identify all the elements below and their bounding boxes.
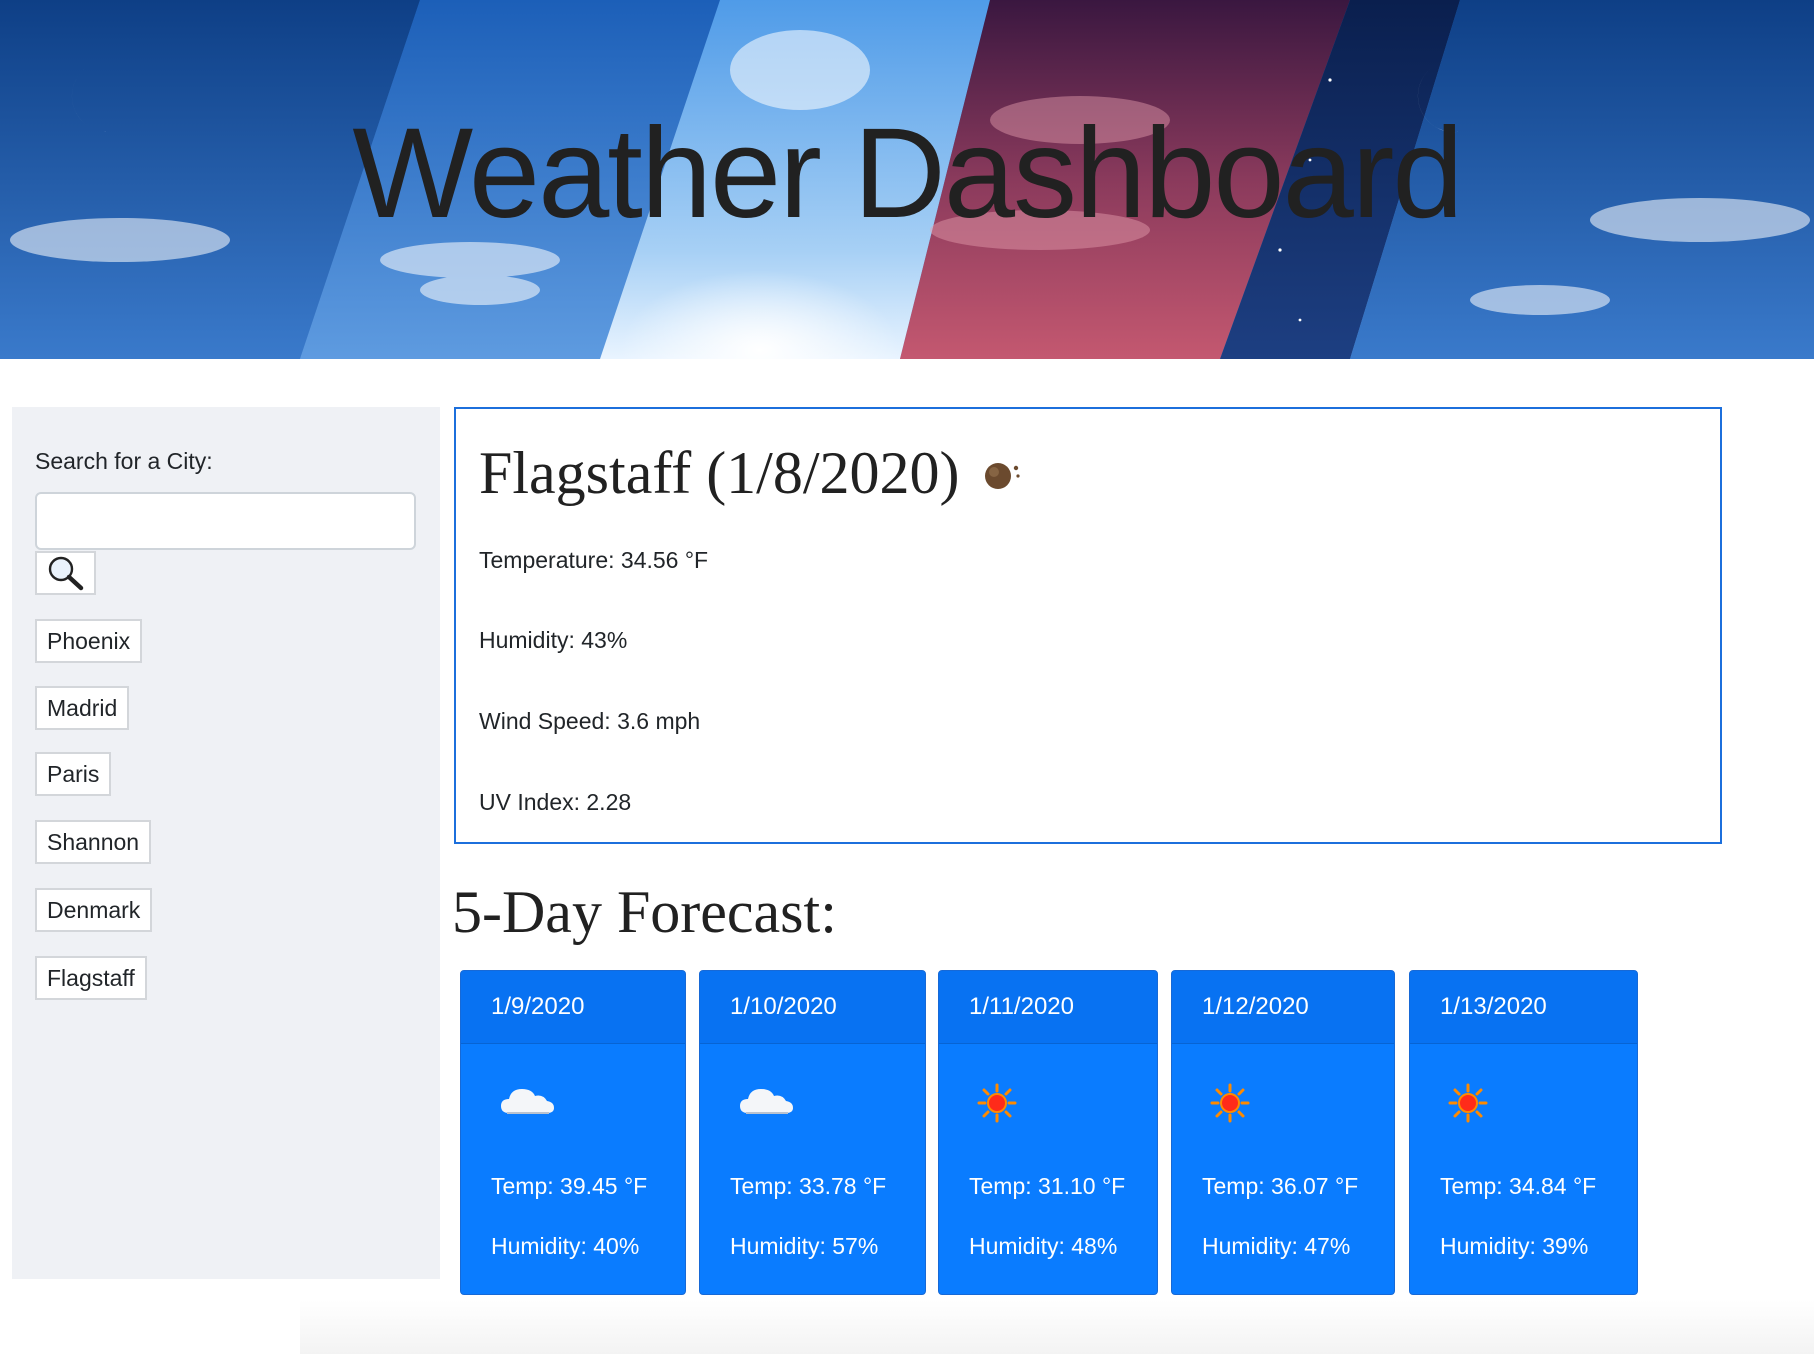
forecast-card: 1/10/2020 Temp: 33.78 °F Humidity: 57% (699, 970, 926, 1295)
forecast-humidity: Humidity: 57% (730, 1233, 879, 1259)
forecast-card-header: 1/11/2020 (939, 971, 1157, 1044)
cloud-icon (738, 1083, 794, 1122)
forecast-card-header: 1/13/2020 (1410, 971, 1637, 1044)
forecast-card-header: 1/12/2020 (1172, 971, 1394, 1044)
forecast-date: 1/12/2020 (1202, 993, 1309, 1020)
forecast-date: 1/9/2020 (491, 993, 585, 1020)
current-uv-index: UV Index: 2.28 (479, 789, 632, 815)
forecast-card: 1/9/2020 Temp: 39.45 °F Humidity: 40% (460, 970, 686, 1295)
city-search-input[interactable] (35, 492, 416, 550)
page: Weather Dashboard Search for a City: Pho… (0, 0, 1814, 1354)
page-bottom-shade (300, 1300, 1814, 1354)
forecast-temp: Temp: 34.84 °F (1440, 1173, 1597, 1199)
current-weather-card: Flagstaff (1/8/2020) Temperature: 34.56 … (454, 407, 1722, 844)
city-button-paris[interactable]: Paris (35, 752, 112, 796)
forecast-card-header: 1/10/2020 (700, 971, 925, 1044)
city-button-madrid[interactable]: Madrid (35, 686, 130, 730)
mixed-weather-icon (980, 456, 1024, 492)
forecast-card: 1/12/2020 Temp: 36.07 °F Humidity: 47% (1171, 970, 1395, 1295)
forecast-card: 1/11/2020 Temp: 31.10 °F Humidity: 48% (938, 970, 1158, 1295)
forecast-heading: 5-Day Forecast: (452, 879, 837, 945)
cloud-icon (499, 1083, 555, 1122)
forecast-date: 1/11/2020 (969, 993, 1074, 1020)
city-button-shannon[interactable]: Shannon (35, 820, 152, 864)
search-button[interactable] (35, 551, 96, 595)
search-sidebar: Search for a City: Phoenix Madrid Paris … (12, 407, 440, 1279)
search-label: Search for a City: (35, 448, 213, 474)
sun-icon (977, 1083, 1017, 1128)
current-temperature: Temperature: 34.56 °F (479, 547, 709, 573)
forecast-date: 1/13/2020 (1440, 993, 1547, 1020)
page-title: Weather Dashboard (352, 102, 1463, 245)
sun-icon (1448, 1083, 1488, 1128)
forecast-temp: Temp: 39.45 °F (491, 1173, 648, 1199)
forecast-humidity: Humidity: 47% (1202, 1233, 1351, 1259)
forecast-card-header: 1/9/2020 (461, 971, 685, 1044)
city-button-denmark[interactable]: Denmark (35, 888, 153, 932)
search-icon (48, 556, 83, 591)
city-button-phoenix[interactable]: Phoenix (35, 619, 143, 663)
city-button-flagstaff[interactable]: Flagstaff (35, 956, 147, 1000)
current-wind-speed: Wind Speed: 3.6 mph (479, 708, 701, 734)
current-weather-title: Flagstaff (1/8/2020) (479, 439, 1024, 508)
forecast-humidity: Humidity: 39% (1440, 1233, 1589, 1259)
current-humidity: Humidity: 43% (479, 627, 628, 653)
forecast-temp: Temp: 33.78 °F (730, 1173, 887, 1199)
current-city-date: Flagstaff (1/8/2020) (479, 440, 960, 506)
header-banner: Weather Dashboard (0, 0, 1814, 359)
forecast-temp: Temp: 31.10 °F (969, 1173, 1126, 1199)
sun-icon (1210, 1083, 1250, 1128)
forecast-humidity: Humidity: 48% (969, 1233, 1118, 1259)
forecast-humidity: Humidity: 40% (491, 1233, 640, 1259)
forecast-card: 1/13/2020 Temp: 34.84 °F Humidity: 39% (1409, 970, 1638, 1295)
forecast-date: 1/10/2020 (730, 993, 837, 1020)
forecast-temp: Temp: 36.07 °F (1202, 1173, 1359, 1199)
